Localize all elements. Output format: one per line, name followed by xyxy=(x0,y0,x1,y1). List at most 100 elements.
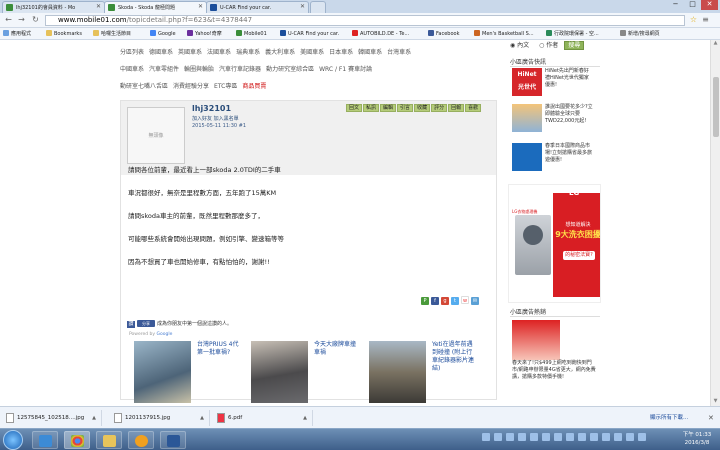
travel-ad-image[interactable] xyxy=(512,104,542,132)
lg-banner-ad[interactable]: LG衣物處理機 LG 想知道解決 9大洗衣困擾 的秘密法寶? xyxy=(508,184,601,303)
email-icon[interactable]: ✉ xyxy=(471,297,479,305)
scroll-thumb[interactable] xyxy=(713,77,719,137)
clock[interactable]: 下午 01:33 2016/3/8 xyxy=(677,431,717,447)
quote-button[interactable]: 引言 xyxy=(397,104,414,112)
download-item[interactable]: 12575845_102518....jpg ▲ xyxy=(2,410,102,426)
rate-button[interactable]: 評分 xyxy=(431,104,448,112)
category-link[interactable]: 美國車系 xyxy=(300,49,324,56)
download-item[interactable]: 6.pdf ▲ xyxy=(213,410,313,426)
minimize-button[interactable]: − xyxy=(667,0,684,10)
related-item[interactable]: 台灣PRIUS 4代第一批車禍? xyxy=(134,341,254,403)
bookmark-item[interactable]: 行政院環保署 - 空... xyxy=(546,28,599,40)
hinet-ad-image[interactable]: HiNet 光世代 xyxy=(512,68,542,96)
category-link[interactable]: 中國車系 xyxy=(120,66,144,73)
category-link[interactable]: 消費經驗分享 xyxy=(173,83,209,90)
promo-ad-image[interactable] xyxy=(512,320,560,360)
bookmark-item[interactable]: Google xyxy=(150,28,176,40)
tab-close-icon[interactable]: ✕ xyxy=(96,2,101,12)
tray-icon[interactable] xyxy=(638,433,646,441)
lg-cta-button[interactable]: 的秘密法寶? xyxy=(563,251,595,260)
message-button[interactable]: 私訊 xyxy=(363,104,380,112)
twitter-icon[interactable]: t xyxy=(451,297,459,305)
category-link[interactable]: 韓國車系 xyxy=(358,49,382,56)
tab-close-icon[interactable]: ✕ xyxy=(198,2,203,12)
category-link[interactable]: 分區列表 xyxy=(120,49,144,56)
taskbar-ie[interactable] xyxy=(32,431,58,449)
category-link[interactable]: 英國車系 xyxy=(178,49,202,56)
search-option-author[interactable]: ○ 作者 xyxy=(539,42,558,49)
close-window-button[interactable]: ✕ xyxy=(701,0,718,10)
promo-ad-text[interactable]: 春天來了!只$499上網吃到飽快到門市/網路申辦限量4G省更大，網內免費講，搶購… xyxy=(512,360,598,381)
category-link[interactable]: WRC / F1 賽車討論 xyxy=(319,66,372,73)
search-option-content[interactable]: ◉ 內文 xyxy=(510,42,529,49)
bookmark-item[interactable]: Men's Basketball S... xyxy=(474,28,534,40)
taskbar-media[interactable] xyxy=(128,431,154,449)
related-title[interactable]: 台灣PRIUS 4代第一批車禍? xyxy=(197,341,243,357)
tab-ucar[interactable]: U-CAR Find your car. ✕ xyxy=(206,1,309,13)
category-link[interactable]: 法國車系 xyxy=(207,49,231,56)
tray-icon[interactable] xyxy=(614,433,622,441)
fb-share-button[interactable]: 分享 xyxy=(137,320,155,327)
weibo-icon[interactable]: w xyxy=(461,296,469,304)
category-link[interactable]: 動力研究室綜合區 xyxy=(266,66,314,73)
category-link[interactable]: 汽車行車記錄器 xyxy=(219,66,261,73)
taskbar-explorer[interactable] xyxy=(96,431,122,449)
search-button[interactable]: 搜尋 xyxy=(564,41,585,50)
category-link[interactable]: 日本車系 xyxy=(329,49,353,56)
reply-button[interactable]: 回文 xyxy=(346,104,363,112)
related-item[interactable]: Yeti在過年前遇到碰撞 (附上行車紀錄器影片連結) xyxy=(369,341,489,403)
tab-close-icon[interactable]: ✕ xyxy=(300,2,305,12)
star-icon[interactable]: ☆ xyxy=(688,15,699,26)
show-all-downloads-link[interactable]: 顯示所有下載... xyxy=(650,410,688,426)
close-download-bar-icon[interactable]: ✕ xyxy=(708,410,714,426)
like-button[interactable]: 喜歡 xyxy=(465,104,482,112)
bookmark-item[interactable]: Facebook xyxy=(428,28,460,40)
tray-icon[interactable] xyxy=(626,433,634,441)
fb-like-button[interactable]: 讚 xyxy=(127,321,135,328)
tray-icon[interactable] xyxy=(482,433,490,441)
bookmark-item[interactable]: U-CAR Find your car. xyxy=(280,28,339,40)
category-link[interactable]: ETC專區 xyxy=(214,83,237,90)
bookmark-item[interactable]: 哈囉生活節目 xyxy=(93,28,131,40)
tab-member-profile[interactable]: lhj32101的會員資料 - Mo ✕ xyxy=(2,1,105,13)
tray-icon[interactable] xyxy=(542,433,550,441)
category-link[interactable]: 德國車系 xyxy=(149,49,173,56)
bookmark-button[interactable]: 收藏 xyxy=(414,104,431,112)
related-thumbnail[interactable] xyxy=(251,341,308,403)
username-link[interactable]: lhj32101 xyxy=(192,104,231,113)
googleplus-icon[interactable]: g xyxy=(441,297,449,305)
report-button[interactable]: 回報 xyxy=(448,104,465,112)
add-blacklist-link[interactable]: 加入黑名單 xyxy=(214,116,239,122)
ad-text[interactable]: HiNet先出門新春好禮HiNet光世代獨家優惠! xyxy=(545,68,593,89)
ezfly-ad-image[interactable] xyxy=(512,143,542,171)
taskbar-chrome[interactable] xyxy=(64,431,90,449)
add-friend-link[interactable]: 加入好友 xyxy=(192,116,212,122)
back-arrow-icon[interactable]: ← xyxy=(3,15,14,26)
chevron-up-icon[interactable]: ▲ xyxy=(303,410,307,426)
chevron-up-icon[interactable]: ▲ xyxy=(200,410,204,426)
new-tab-button[interactable] xyxy=(310,1,326,13)
tray-icon[interactable] xyxy=(518,433,526,441)
bookmark-folder[interactable]: Bookmarks xyxy=(46,28,82,40)
related-thumbnail[interactable] xyxy=(134,341,191,403)
category-link[interactable]: 輪圈與輪胎 xyxy=(184,66,214,73)
scroll-down-icon[interactable]: ▼ xyxy=(711,398,720,405)
related-title[interactable]: Yeti在過年前遇到碰撞 (附上行車紀錄器影片連結) xyxy=(432,341,478,373)
tray-icon[interactable] xyxy=(578,433,586,441)
category-link[interactable]: 瑞典車系 xyxy=(236,49,260,56)
address-bar[interactable]: www.mobile01.com/topicdetail.php?f=623&t… xyxy=(45,15,685,26)
edit-button[interactable]: 編輯 xyxy=(380,104,397,112)
bookmark-apps[interactable]: 應用程式 xyxy=(3,28,31,40)
bookmark-item[interactable]: 新增/搜尋網頁 xyxy=(620,28,660,40)
download-item[interactable]: 1201137915.jpg ▲ xyxy=(110,410,210,426)
tray-icon[interactable] xyxy=(530,433,538,441)
ad-text[interactable]: 誰說出國要花多少?立即體驗全球只要TWD22,000元起! xyxy=(545,104,593,125)
chevron-up-icon[interactable]: ▲ xyxy=(92,410,96,426)
avatar[interactable]: 無頭像 xyxy=(127,107,185,164)
maximize-button[interactable]: □ xyxy=(684,0,701,10)
menu-icon[interactable]: ≡ xyxy=(700,15,711,26)
tray-icon[interactable] xyxy=(566,433,574,441)
related-item[interactable]: 今天大廠牌車撞車禍 xyxy=(251,341,371,403)
start-button[interactable] xyxy=(3,430,23,450)
tray-icon[interactable] xyxy=(590,433,598,441)
